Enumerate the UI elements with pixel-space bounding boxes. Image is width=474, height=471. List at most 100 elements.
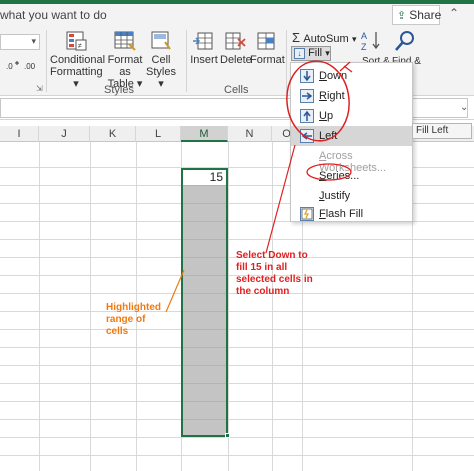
menu-item-label: Up [319,110,334,122]
font-size-box[interactable]: ▾ [0,34,40,50]
number-dialog-launcher-icon[interactable]: ⇲ [36,84,43,93]
conditional-formatting-button[interactable]: ≠ Conditional Formatting ▾ [50,30,106,90]
font-size-dropdown-icon: ▾ [31,36,36,46]
svg-text:A: A [361,31,367,41]
column-header-n[interactable]: N [228,126,272,142]
selected-row-line [183,365,226,366]
sort-filter-icon: A Z [361,31,380,52]
menu-item-label: Right [319,90,345,102]
column-header-m[interactable]: M [181,126,228,142]
selected-range[interactable] [181,168,228,437]
insert-label: Insert [190,54,218,66]
menu-item-left[interactable]: Left [291,126,412,146]
selected-row-line [183,185,226,186]
selected-row-line [183,257,226,258]
fill-dropdown-icon: ▾ [325,48,330,58]
flash-fill-icon [300,207,314,221]
conditional-formatting-label-1: Conditional [50,54,106,66]
fill-left-icon [300,129,314,143]
fill-label: Fill [308,47,323,59]
fill-down-icon [300,69,314,83]
autosum-icon: Σ [292,30,301,45]
format-button[interactable]: Format [250,30,285,66]
share-icon: ⇪ [397,9,407,22]
selected-row-line [183,239,226,240]
format-as-table-button[interactable]: Format as Table ▾ [104,30,146,90]
autosum-button[interactable]: Σ AutoSum ▾ [292,30,357,45]
format-as-table-label-1: Format as [107,54,143,78]
styles-group-label: Styles [104,84,134,96]
selected-row-line [183,329,226,330]
title-bar: what you want to do ⇪ Share ⌃ [0,0,474,28]
selected-row-line [183,293,226,294]
insert-button[interactable]: Insert [190,30,218,66]
cell-styles-button[interactable]: Cell Styles ▾ [146,30,176,90]
fill-up-icon [300,109,314,123]
selected-row-line [183,419,226,420]
svg-text:≠: ≠ [78,43,82,50]
fill-down-small-icon: ↓ [294,48,305,59]
menu-item-label: Justify [319,190,351,202]
annotation-orange-text: Highlighted range of cells [106,302,161,337]
autosum-dropdown-icon: ▾ [351,34,357,44]
svg-text:.0: .0 [6,62,13,71]
selected-row-line [183,203,226,204]
cell-styles-label-1: Cell [151,54,171,66]
find-select-button[interactable] [392,30,418,54]
menu-item-series[interactable]: Series... [291,166,412,186]
ribbon-collapse-icon[interactable]: ⌃ [449,6,459,20]
menu-item-up[interactable]: Up [291,106,412,126]
column-header-j[interactable]: J [39,126,90,142]
cell-styles-icon [151,31,171,50]
conditional-formatting-icon: ≠ [66,31,87,51]
menu-item-across-worksheets[interactable]: Across Worksheets... [291,146,412,174]
grid-row-line [0,437,474,438]
column-header-i[interactable]: I [0,126,39,142]
selected-row-line [183,275,226,276]
delete-button[interactable]: Delete [220,30,252,66]
grid-column-line [228,142,229,471]
column-header-k[interactable]: K [90,126,136,142]
grid-column-line [39,142,40,471]
active-cell[interactable]: 15 [181,168,228,185]
formula-expand-icon[interactable]: ⌄ [460,102,468,113]
column-header-l[interactable]: L [136,126,181,142]
find-magnifier-icon [395,31,414,51]
menu-item-down[interactable]: Down [291,66,412,86]
annotation-red-text: Select Down to fill 15 in all selected c… [236,250,313,297]
grid-row-line [0,365,474,366]
decrease-decimal-icon[interactable]: .00 [24,60,38,72]
svg-text:Z: Z [361,42,367,52]
format-cells-icon [257,32,275,50]
grid-row-line [0,455,474,456]
selected-row-line [183,311,226,312]
delete-label: Delete [220,54,252,66]
svg-text:.00: .00 [24,62,36,71]
conditional-formatting-label-2: Formatting ▾ [50,66,103,90]
grid-row-line [0,383,474,384]
group-separator [186,30,187,92]
fill-button[interactable]: ↓ Fill ▾ [291,46,331,61]
group-separator [46,30,47,92]
tell-me-search[interactable]: what you want to do [0,8,107,22]
grid-row-line [0,329,474,330]
format-as-table-icon [114,31,136,51]
fill-handle[interactable] [225,433,230,438]
cells-group-label: Cells [224,84,249,96]
menu-item-flash-fill[interactable]: Flash Fill [291,204,412,224]
increase-decimal-icon[interactable]: .0 [6,60,20,72]
accent-line [0,0,474,4]
grid-row-line [0,239,474,240]
grid-row-line [0,401,474,402]
sort-filter-button[interactable]: A Z [360,30,384,54]
menu-item-label: Series... [319,170,360,182]
delete-cells-icon [225,32,246,50]
share-button[interactable]: ⇪ Share [392,5,441,25]
selected-row-line [183,401,226,402]
menu-item-right[interactable]: Right [291,86,412,106]
menu-item-label: Down [319,70,348,82]
menu-item-justify[interactable]: Justify [291,186,412,206]
insert-cells-icon [193,32,213,50]
grid-row-line [0,419,474,420]
cell-styles-label-2: Styles ▾ [146,66,176,90]
